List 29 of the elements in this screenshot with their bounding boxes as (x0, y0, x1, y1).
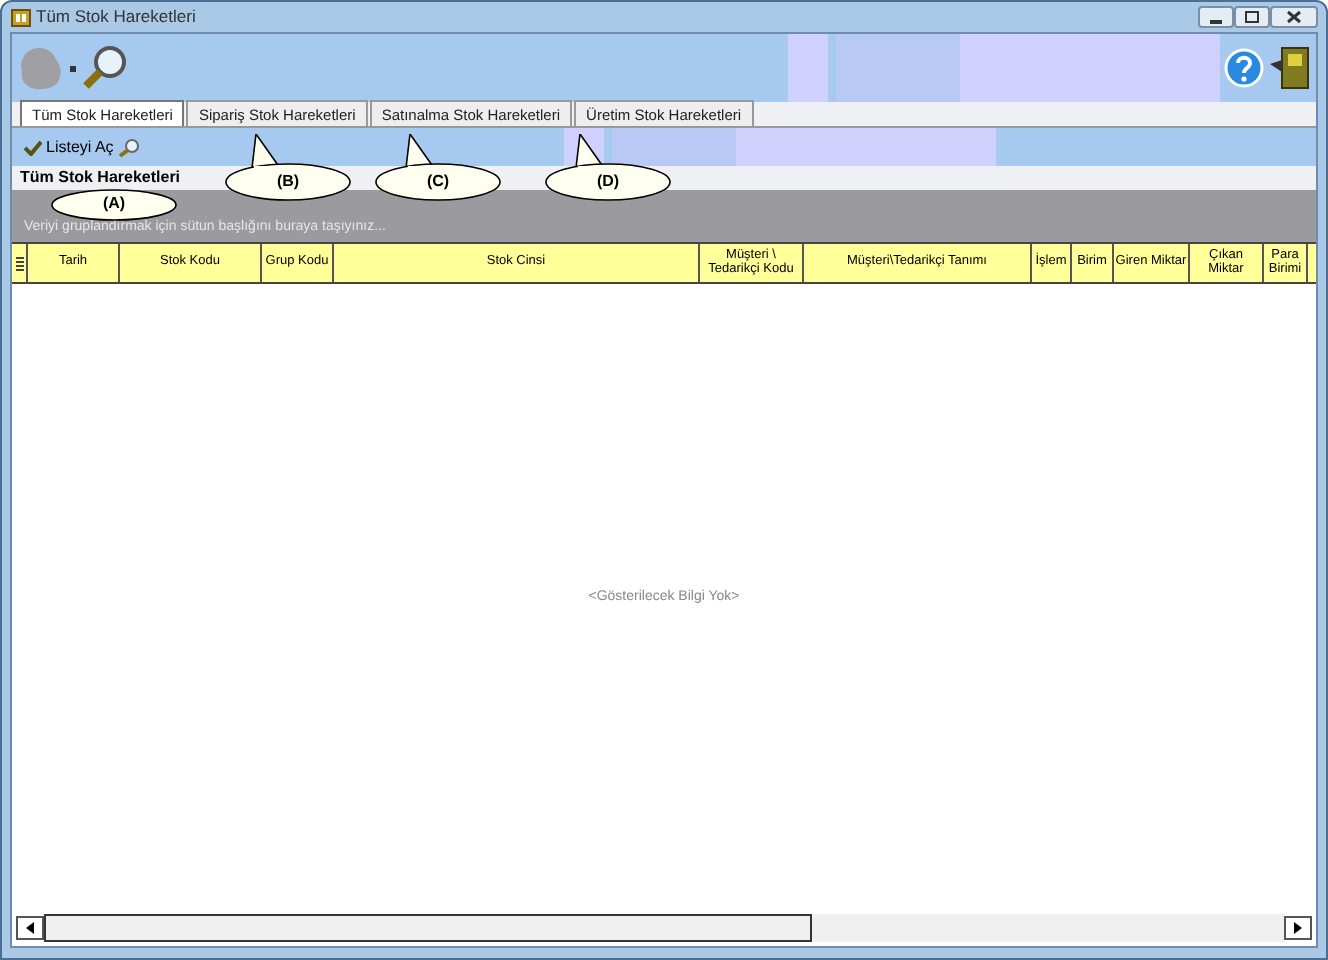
search-icon[interactable] (117, 137, 140, 157)
column-chooser-icon[interactable] (15, 255, 23, 271)
app-icon (10, 6, 32, 28)
exit-door-icon[interactable] (1268, 44, 1312, 92)
callout-bubble (224, 134, 352, 202)
close-button[interactable] (1270, 6, 1318, 28)
scroll-right-button[interactable] (1284, 916, 1312, 940)
left-arrow-icon (25, 922, 35, 934)
right-arrow-icon (1293, 922, 1303, 934)
callout-bubble (50, 188, 178, 222)
open-list-button[interactable]: Listeyi Aç (46, 135, 114, 159)
close-icon (1286, 10, 1302, 24)
callout-label: (A) (100, 194, 128, 214)
search-icon[interactable] (78, 44, 130, 92)
scroll-left-button[interactable] (16, 916, 44, 940)
callout-label: (D) (594, 172, 622, 192)
callout-bubble (544, 134, 672, 202)
callout-label: (B) (274, 172, 302, 192)
toolbar-panel (788, 34, 828, 102)
callout-bubble (374, 134, 502, 202)
window-title: Tüm Stok Hareketleri (36, 4, 196, 30)
dropdown-icon[interactable] (68, 63, 78, 73)
callout-label: (C) (424, 172, 452, 192)
maximize-icon (1244, 10, 1260, 24)
maximize-button[interactable] (1234, 6, 1270, 28)
scrollbar-thumb[interactable] (44, 914, 813, 942)
check-icon[interactable] (24, 139, 42, 155)
minimize-button[interactable] (1198, 6, 1234, 28)
help-icon[interactable] (1224, 48, 1264, 88)
